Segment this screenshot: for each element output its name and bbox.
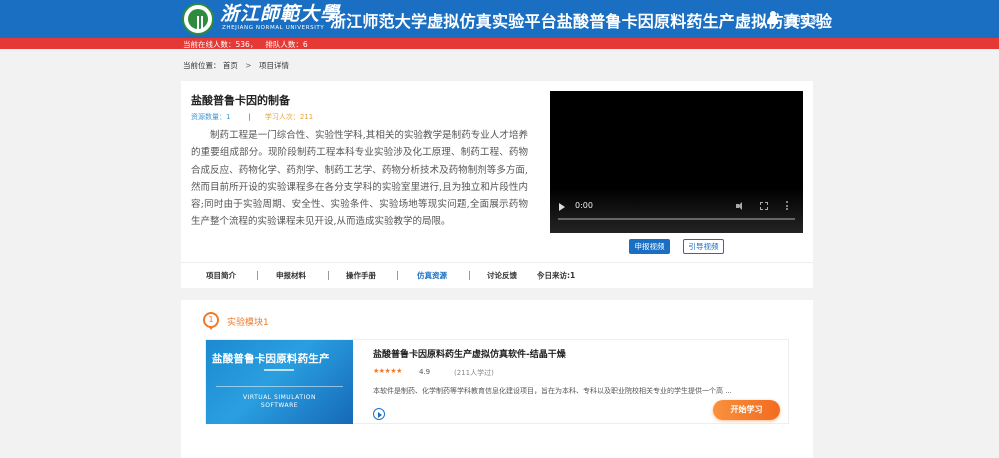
- header-bar: 浙江師範大學 ZHEJIANG NORMAL UNIVERSITY 浙江师范大学…: [0, 0, 999, 38]
- user-icon: [767, 11, 778, 24]
- play-icon[interactable]: [559, 203, 565, 211]
- online-status: 当前在线人数：536， 排队人数：6: [183, 39, 316, 50]
- breadcrumb: 当前位置： 首页 > 项目详情: [183, 60, 289, 71]
- star-rating: ★★★★★: [373, 367, 402, 375]
- breadcrumb-prefix: 当前位置：: [183, 61, 221, 70]
- site-title: 浙江师范大学虚拟仿真实验平台盐酸普鲁卡因原料药生产虚拟仿真实验: [330, 12, 833, 31]
- module-label: 实验模块1: [227, 318, 269, 328]
- more-options-icon[interactable]: [786, 201, 789, 211]
- queue-count: 排队人数：6: [265, 40, 308, 49]
- resource-count: 资源数量：1: [191, 113, 231, 121]
- play-circle-icon[interactable]: [373, 408, 385, 420]
- status-bar: [0, 38, 999, 49]
- rating-value: 4.9: [419, 368, 431, 376]
- thumbnail-title: 盐酸普鲁卡因原料药生产: [212, 353, 330, 365]
- tab-discussion[interactable]: 讨论反馈: [487, 270, 517, 281]
- module-card: 1 实验模块1 盐酸普鲁卡因原料药生产 VIRTUAL SIMULATION S…: [181, 300, 813, 458]
- software-item: 盐酸普鲁卡因原料药生产 VIRTUAL SIMULATION SOFTWARE …: [205, 339, 789, 424]
- thumbnail-en-line-1: VIRTUAL SIMULATION: [243, 394, 316, 401]
- breadcrumb-home[interactable]: 首页: [223, 61, 238, 70]
- apply-video-button[interactable]: 申报视频: [629, 239, 670, 254]
- learner-count: 学习人次：211: [264, 113, 314, 121]
- fullscreen-icon[interactable]: [760, 202, 768, 210]
- video-time: 0:00: [575, 201, 593, 210]
- tab-manual[interactable]: 操作手册: [346, 270, 376, 281]
- project-title: 盐酸普鲁卡因的制备: [191, 94, 290, 107]
- software-thumbnail[interactable]: 盐酸普鲁卡因原料药生产 VIRTUAL SIMULATION SOFTWARE: [206, 340, 353, 424]
- project-card: 盐酸普鲁卡因的制备 资源数量：1 | 学习人次：211 制药工程是一门综合性、实验性…: [181, 81, 813, 288]
- thumbnail-en-line-2: SOFTWARE: [260, 402, 299, 409]
- breadcrumb-current: 项目详情: [258, 61, 289, 70]
- tab-application-materials[interactable]: 申报材料: [276, 270, 306, 281]
- guide-video-button[interactable]: 引导视频: [683, 239, 724, 254]
- visit-count: (211人学过): [454, 369, 494, 377]
- volume-icon[interactable]: [736, 202, 744, 210]
- video-player[interactable]: 0:00: [550, 91, 803, 233]
- university-name: 浙江師範大學: [220, 3, 341, 25]
- university-name-en: ZHEJIANG NORMAL UNIVERSITY: [222, 25, 325, 31]
- project-meta: 资源数量：1 | 学习人次：211: [191, 112, 313, 122]
- today-visits: 今日来访:1: [537, 271, 576, 280]
- breadcrumb-separator: >: [245, 61, 252, 70]
- start-learning-button[interactable]: 开始学习: [713, 400, 780, 420]
- software-description: 本软件是制药、化学制药等学科教育信息化建设项目，旨在为本科、专科以及职业院校相关…: [373, 387, 732, 395]
- university-logo-icon[interactable]: [182, 3, 214, 35]
- meta-divider: |: [248, 113, 251, 121]
- module-number: 1: [208, 315, 214, 324]
- project-description: 制药工程是一门综合性、实验性学科,其相关的实验教学是制药专业人才培养的重要组成部…: [191, 130, 528, 228]
- user-label[interactable]: 评审专家: [783, 13, 819, 26]
- tab-project-intro[interactable]: 项目简介: [206, 270, 236, 281]
- online-count: 当前在线人数：536，: [183, 40, 258, 49]
- video-progress-bar[interactable]: [558, 218, 795, 220]
- tab-simulation-resources[interactable]: 仿真资源: [417, 270, 447, 281]
- software-title[interactable]: 盐酸普鲁卡因原料药生产虚拟仿真软件-结晶干燥: [373, 347, 566, 360]
